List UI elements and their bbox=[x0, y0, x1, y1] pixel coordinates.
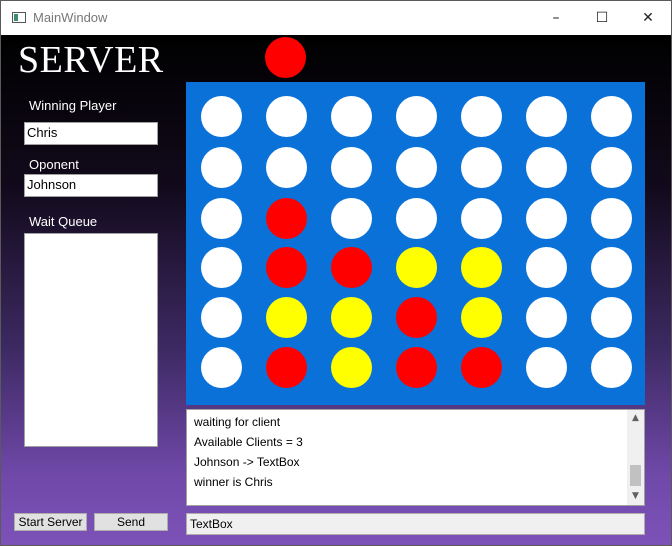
minimize-button[interactable]: – bbox=[533, 1, 579, 35]
main-window: MainWindow – ☐ ✕ SERVER Winning Player C… bbox=[0, 0, 672, 546]
opponent-field[interactable]: Johnson bbox=[24, 174, 158, 197]
board-cell[interactable] bbox=[461, 96, 502, 137]
message-input[interactable]: TextBox bbox=[186, 513, 645, 535]
opponent-label: Oponent bbox=[29, 157, 79, 172]
board-cell[interactable] bbox=[331, 198, 372, 239]
wait-queue-label: Wait Queue bbox=[29, 214, 98, 229]
board-cell[interactable] bbox=[331, 96, 372, 137]
log-line: Johnson -> TextBox bbox=[194, 455, 300, 469]
board-cell[interactable] bbox=[266, 247, 307, 288]
board-cell[interactable] bbox=[396, 147, 437, 188]
board-cell[interactable] bbox=[461, 297, 502, 338]
board-cell[interactable] bbox=[201, 147, 242, 188]
board-cell[interactable] bbox=[591, 247, 632, 288]
board-cell[interactable] bbox=[266, 147, 307, 188]
client-area: SERVER Winning Player Chris Oponent John… bbox=[1, 35, 671, 545]
page-title: SERVER bbox=[18, 39, 164, 81]
board-cell[interactable] bbox=[591, 198, 632, 239]
board-cell[interactable] bbox=[201, 247, 242, 288]
window-title: MainWindow bbox=[33, 10, 108, 25]
board-cell[interactable] bbox=[461, 147, 502, 188]
winning-player-label: Winning Player bbox=[29, 98, 117, 113]
maximize-button[interactable]: ☐ bbox=[579, 1, 625, 35]
board-cell[interactable] bbox=[396, 198, 437, 239]
board-cell[interactable] bbox=[396, 96, 437, 137]
board-cell[interactable] bbox=[331, 147, 372, 188]
board-cell[interactable] bbox=[266, 347, 307, 388]
board-cell[interactable] bbox=[591, 147, 632, 188]
board-cell[interactable] bbox=[526, 198, 567, 239]
game-board[interactable] bbox=[186, 82, 645, 405]
board-cell[interactable] bbox=[201, 96, 242, 137]
board-cell[interactable] bbox=[526, 297, 567, 338]
board-cell[interactable] bbox=[396, 247, 437, 288]
scroll-down-icon[interactable]: ▼ bbox=[627, 488, 644, 505]
board-cell[interactable] bbox=[591, 297, 632, 338]
board-cell[interactable] bbox=[526, 347, 567, 388]
board-cell[interactable] bbox=[591, 96, 632, 137]
app-icon bbox=[12, 12, 26, 23]
current-turn-disc bbox=[265, 37, 306, 78]
scrollbar-thumb[interactable] bbox=[630, 465, 641, 486]
wait-queue-list[interactable] bbox=[24, 233, 158, 447]
winning-player-field[interactable]: Chris bbox=[24, 122, 158, 145]
board-cell[interactable] bbox=[526, 147, 567, 188]
board-cell[interactable] bbox=[461, 347, 502, 388]
log-scrollbar[interactable]: ▲ ▼ bbox=[627, 410, 644, 505]
board-cell[interactable] bbox=[201, 297, 242, 338]
board-cell[interactable] bbox=[461, 247, 502, 288]
log-line: waiting for client bbox=[194, 415, 281, 429]
board-cell[interactable] bbox=[396, 347, 437, 388]
log-textbox[interactable]: waiting for client Available Clients = 3… bbox=[186, 409, 645, 506]
log-line: Available Clients = 3 bbox=[194, 435, 303, 449]
board-cell[interactable] bbox=[331, 297, 372, 338]
send-button[interactable]: Send bbox=[94, 513, 168, 531]
start-server-button[interactable]: Start Server bbox=[14, 513, 87, 531]
board-cell[interactable] bbox=[266, 198, 307, 239]
board-cell[interactable] bbox=[591, 347, 632, 388]
scroll-up-icon[interactable]: ▲ bbox=[627, 410, 644, 427]
board-cell[interactable] bbox=[461, 198, 502, 239]
board-cell[interactable] bbox=[331, 347, 372, 388]
board-cell[interactable] bbox=[526, 247, 567, 288]
title-bar[interactable]: MainWindow – ☐ ✕ bbox=[1, 1, 671, 35]
board-cell[interactable] bbox=[266, 96, 307, 137]
close-button[interactable]: ✕ bbox=[625, 1, 671, 35]
board-cell[interactable] bbox=[396, 297, 437, 338]
board-cell[interactable] bbox=[526, 96, 567, 137]
board-cell[interactable] bbox=[266, 297, 307, 338]
board-cell[interactable] bbox=[201, 198, 242, 239]
board-cell[interactable] bbox=[201, 347, 242, 388]
board-cell[interactable] bbox=[331, 247, 372, 288]
log-line: winner is Chris bbox=[194, 475, 273, 489]
